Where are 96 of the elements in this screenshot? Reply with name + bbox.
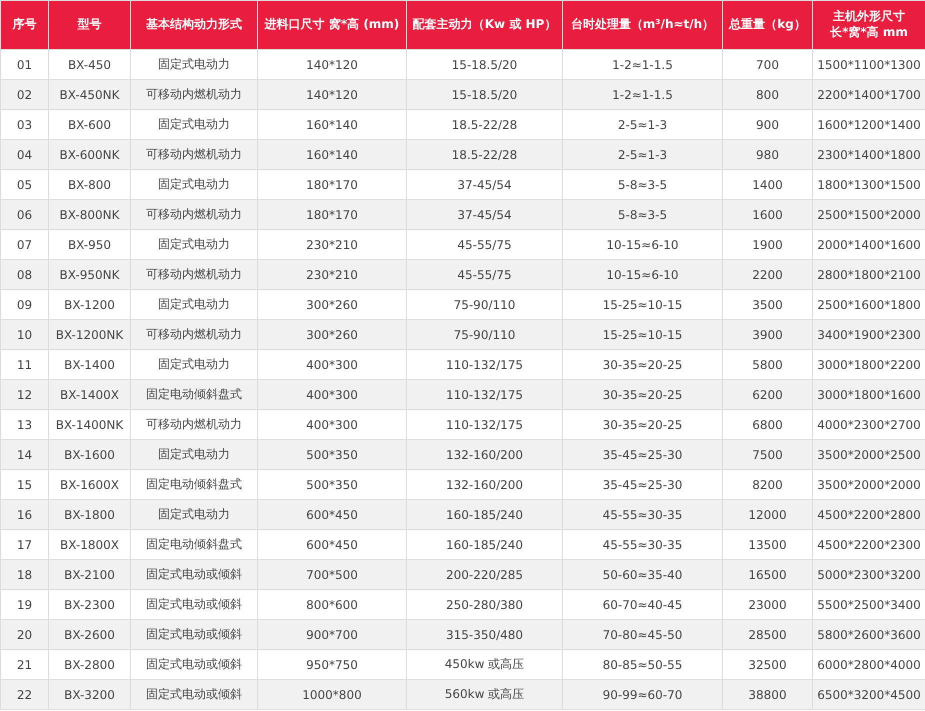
- table-cell: 4500*2200*2800: [812, 500, 925, 530]
- table-cell: 5000*2300*3200: [812, 560, 925, 590]
- column-header: 型号: [48, 0, 130, 50]
- table-cell: 06: [0, 200, 48, 230]
- table-cell: 132-160/200: [406, 440, 562, 470]
- column-header: 台时处理量（m³/h≈t/h）: [562, 0, 722, 50]
- table-cell: 6200: [722, 380, 812, 410]
- column-header: 进料口尺寸 窝*高 (mm): [258, 0, 406, 50]
- table-cell: 固定式电动或倾斜: [130, 560, 258, 590]
- table-cell: BX-3200: [48, 680, 130, 710]
- table-cell: 7500: [722, 440, 812, 470]
- table-cell: BX-1600: [48, 440, 130, 470]
- table-cell: 16: [0, 500, 48, 530]
- table-cell: 600*450: [258, 500, 406, 530]
- table-cell: 22: [0, 680, 48, 710]
- table-cell: 12: [0, 380, 48, 410]
- table-cell: 20: [0, 620, 48, 650]
- table-cell: 1000*800: [258, 680, 406, 710]
- table-cell: 18: [0, 560, 48, 590]
- table-cell: 45-55≈30-35: [562, 500, 722, 530]
- table-cell: 固定式电动力: [130, 500, 258, 530]
- table-cell: 18.5-22/28: [406, 140, 562, 170]
- table-cell: 2-5≈1-3: [562, 140, 722, 170]
- table-cell: BX-1200NK: [48, 320, 130, 350]
- table-cell: 04: [0, 140, 48, 170]
- table-cell: BX-2100: [48, 560, 130, 590]
- table-cell: 560kw 或高压: [406, 680, 562, 710]
- table-cell: 3500*2000*2500: [812, 440, 925, 470]
- table-cell: 固定电动倾斜盘式: [130, 380, 258, 410]
- table-cell: 5800*2600*3600: [812, 620, 925, 650]
- table-cell: 200-220/285: [406, 560, 562, 590]
- table-cell: 700*500: [258, 560, 406, 590]
- column-header: 总重量（kg）: [722, 0, 812, 50]
- table-cell: 2200: [722, 260, 812, 290]
- table-cell: 02: [0, 80, 48, 110]
- table-cell: 16500: [722, 560, 812, 590]
- table-cell: BX-1800: [48, 500, 130, 530]
- table-cell: 28500: [722, 620, 812, 650]
- table-cell: 980: [722, 140, 812, 170]
- table-cell: 300*260: [258, 320, 406, 350]
- column-header: 主机外形尺寸 长*窝*高 mm: [812, 0, 925, 50]
- table-cell: 固定式电动或倾斜: [130, 620, 258, 650]
- table-cell: 160*140: [258, 140, 406, 170]
- table-cell: 110-132/175: [406, 380, 562, 410]
- table-cell: 2500*1500*2000: [812, 200, 925, 230]
- table-cell: 45-55/75: [406, 260, 562, 290]
- table-cell: 固定式电动或倾斜: [130, 680, 258, 710]
- table-cell: 500*350: [258, 440, 406, 470]
- table-cell: 08: [0, 260, 48, 290]
- table-cell: 14: [0, 440, 48, 470]
- table-cell: 可移动内燃机动力: [130, 320, 258, 350]
- table-cell: 15-25≈10-15: [562, 320, 722, 350]
- table-cell: 3400*1900*2300: [812, 320, 925, 350]
- table-cell: 12000: [722, 500, 812, 530]
- table-cell: 2200*1400*1700: [812, 80, 925, 110]
- table-cell: 固定式电动力: [130, 440, 258, 470]
- table-cell: 90-99≈60-70: [562, 680, 722, 710]
- table-cell: 2300*1400*1800: [812, 140, 925, 170]
- table-cell: 37-45/54: [406, 200, 562, 230]
- table-cell: BX-950NK: [48, 260, 130, 290]
- table-cell: 800: [722, 80, 812, 110]
- table-cell: 5-8≈3-5: [562, 200, 722, 230]
- table-cell: 900*700: [258, 620, 406, 650]
- table-cell: BX-600NK: [48, 140, 130, 170]
- table-cell: 可移动内燃机动力: [130, 260, 258, 290]
- column-header: 序号: [0, 0, 48, 50]
- table-cell: 15-18.5/20: [406, 80, 562, 110]
- table-cell: 3000*1800*1600: [812, 380, 925, 410]
- table-cell: 2800*1800*2100: [812, 260, 925, 290]
- table-cell: 1600: [722, 200, 812, 230]
- table-cell: 可移动内燃机动力: [130, 140, 258, 170]
- column-header: 配套主动力（Kw 或 HP）: [406, 0, 562, 50]
- table-cell: 可移动内燃机动力: [130, 80, 258, 110]
- table-cell: 180*170: [258, 200, 406, 230]
- table-cell: BX-1400X: [48, 380, 130, 410]
- table-cell: 30-35≈20-25: [562, 380, 722, 410]
- table-cell: 50-60≈35-40: [562, 560, 722, 590]
- table-cell: 75-90/110: [406, 320, 562, 350]
- table-cell: 6500*3200*4500: [812, 680, 925, 710]
- table-cell: 38800: [722, 680, 812, 710]
- table-cell: BX-2600: [48, 620, 130, 650]
- table-cell: 140*120: [258, 80, 406, 110]
- table-cell: 400*300: [258, 380, 406, 410]
- table-cell: BX-450NK: [48, 80, 130, 110]
- table-cell: 1-2≈1-1.5: [562, 80, 722, 110]
- table-cell: 3900: [722, 320, 812, 350]
- table-cell: 315-350/480: [406, 620, 562, 650]
- table-cell: 230*210: [258, 260, 406, 290]
- table-cell: 70-80≈45-50: [562, 620, 722, 650]
- column-header: 基本结构动力形式: [130, 0, 258, 50]
- table-cell: BX-800NK: [48, 200, 130, 230]
- table-cell: 10: [0, 320, 48, 350]
- table-cell: 10-15≈6-10: [562, 260, 722, 290]
- table-cell: 35-45≈25-30: [562, 440, 722, 470]
- table-cell: 可移动内燃机动力: [130, 200, 258, 230]
- table-cell: 160-185/240: [406, 500, 562, 530]
